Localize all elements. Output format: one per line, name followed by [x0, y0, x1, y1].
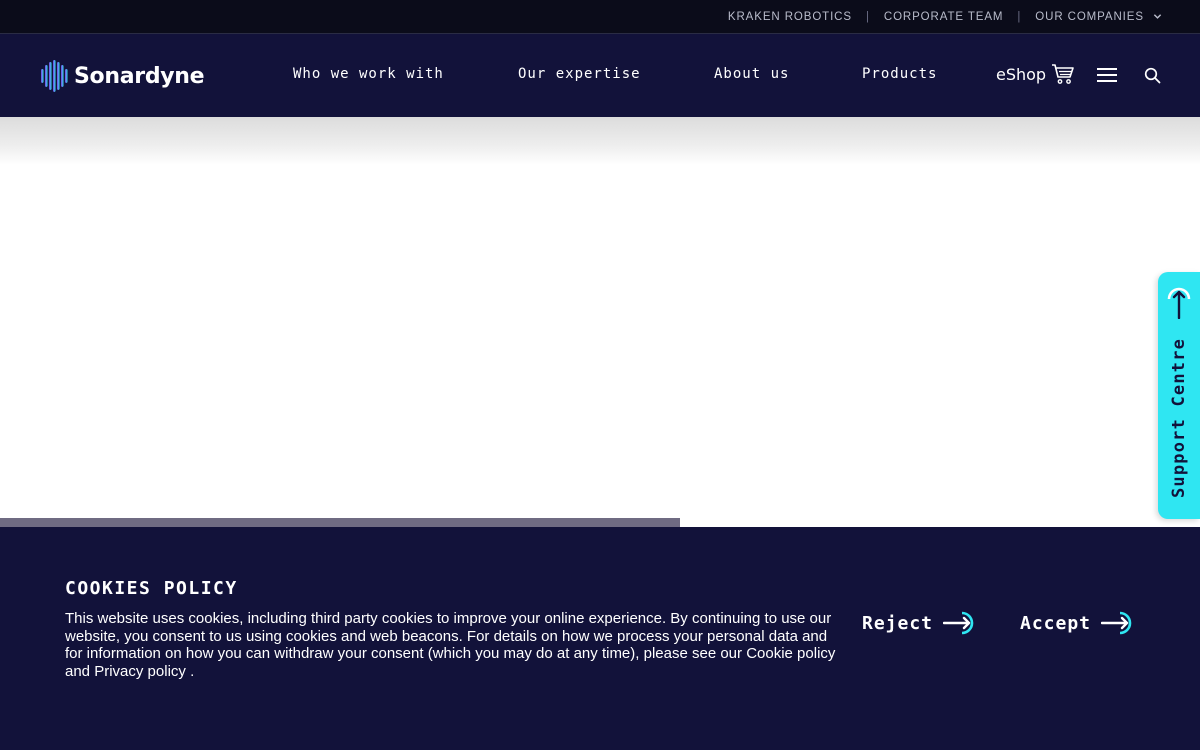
privacy-policy-link[interactable]: Privacy policy: [94, 663, 186, 680]
nav-who-we-work-with[interactable]: Who we work with: [293, 66, 444, 82]
hamburger-menu-icon[interactable]: [1097, 67, 1117, 83]
topbar-link-kraken-robotics[interactable]: KRAKEN ROBOTICS: [728, 11, 852, 23]
search-icon[interactable]: [1144, 67, 1161, 84]
logo-text: Sonardyne: [74, 63, 205, 89]
cookie-description: This website uses cookies, including thi…: [65, 610, 845, 680]
support-centre-label: Support Centre: [1169, 337, 1189, 498]
topbar-links: KRAKEN ROBOTICS | CORPORATE TEAM | OUR C…: [728, 0, 1162, 33]
chevron-down-icon: [1153, 14, 1162, 19]
support-centre-tab[interactable]: Support Centre: [1158, 272, 1200, 519]
arrow-up-circle-icon: [1167, 287, 1191, 319]
arrow-right-circle-icon: [1101, 611, 1132, 635]
logo-mark-icon: [41, 60, 68, 92]
hero-gradient-strip: [0, 117, 1200, 165]
top-utility-bar: KRAKEN ROBOTICS | CORPORATE TEAM | OUR C…: [0, 0, 1200, 34]
reject-label: Reject: [862, 612, 934, 634]
eshop-link[interactable]: eShop: [996, 63, 1075, 85]
hero-progress-bar: [0, 518, 1200, 527]
topbar-separator: |: [865, 10, 870, 23]
cookie-text-and: and: [65, 662, 95, 680]
accept-label: Accept: [1020, 612, 1092, 634]
sonardyne-logo[interactable]: Sonardyne: [40, 58, 205, 94]
topbar-separator: |: [1017, 10, 1022, 23]
cart-icon: [1052, 64, 1074, 84]
cookie-text-end: .: [185, 662, 195, 680]
arrow-right-circle-icon: [943, 611, 974, 635]
nav-about-us[interactable]: About us: [714, 66, 789, 82]
nav-products[interactable]: Products: [862, 66, 937, 82]
reject-button[interactable]: Reject: [862, 609, 977, 637]
cookie-policy-link[interactable]: Cookie policy: [746, 645, 835, 662]
main-header: Sonardyne Who we work with Our expertise…: [0, 34, 1200, 117]
our-companies-label: OUR COMPANIES: [1035, 10, 1144, 23]
cookie-banner: COOKIES POLICY This website uses cookies…: [0, 527, 1200, 750]
nav-our-expertise[interactable]: Our expertise: [518, 66, 641, 82]
hero-progress-fill: [0, 518, 681, 527]
topbar-link-our-companies[interactable]: OUR COMPANIES: [1035, 11, 1162, 23]
accept-button[interactable]: Accept: [1020, 609, 1135, 637]
cookie-text-body: This website uses cookies, including thi…: [65, 610, 832, 662]
cookie-title: COOKIES POLICY: [65, 578, 238, 599]
topbar-link-corporate-team[interactable]: CORPORATE TEAM: [884, 11, 1004, 23]
eshop-label: eShop: [996, 64, 1047, 84]
